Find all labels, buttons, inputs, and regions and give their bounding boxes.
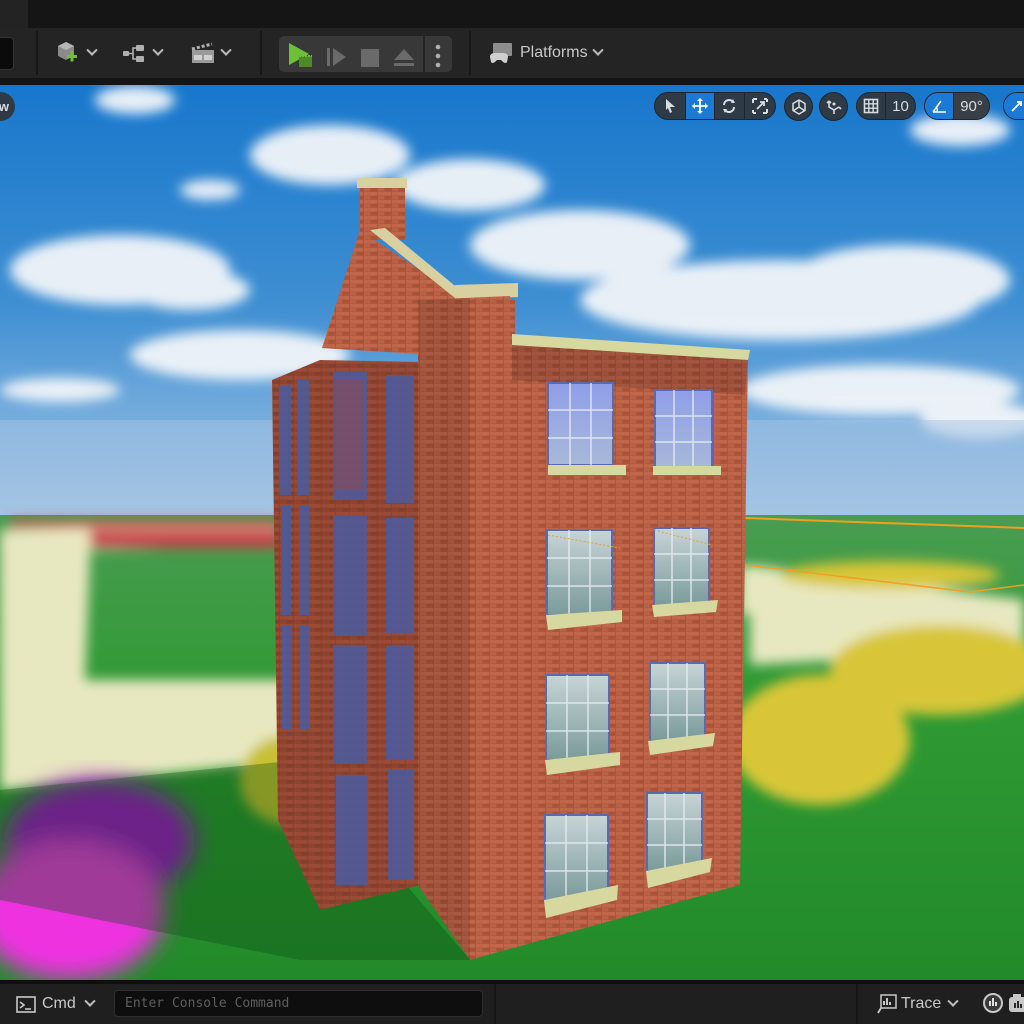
chevron-down-icon [591, 44, 604, 56]
cmd-label: Cmd [42, 995, 76, 1012]
trace-icon [877, 994, 897, 1014]
toolbar-separator [469, 31, 471, 75]
rotate-icon [723, 99, 736, 113]
rotation-snap-toggle[interactable] [925, 93, 955, 119]
scene-render [0, 85, 1024, 980]
play-button[interactable] [287, 40, 315, 70]
surface-snap-icon [825, 99, 842, 114]
terminal-icon [16, 995, 36, 1013]
scale-icon [751, 98, 768, 114]
insights-icon [983, 993, 1003, 1013]
grid-snap-value[interactable]: 10 [886, 93, 915, 119]
status-separator [856, 984, 858, 1024]
move-arrows-icon [691, 98, 708, 114]
level-tab[interactable] [0, 0, 28, 28]
platforms-icon [490, 43, 512, 63]
platforms-label: Platforms [520, 44, 588, 61]
world-space-icon [791, 98, 806, 115]
select-mode-button[interactable] [655, 93, 686, 119]
save-button[interactable] [0, 37, 14, 70]
stop-button[interactable] [360, 43, 380, 73]
grid-snap-toggle[interactable] [857, 93, 887, 119]
angle-icon [932, 100, 947, 113]
chevron-down-icon [86, 44, 98, 56]
console-command-input[interactable] [114, 990, 483, 1017]
blueprint-icon [123, 45, 144, 62]
platforms-button[interactable]: Platforms [488, 38, 604, 68]
chevron-down-icon [947, 995, 959, 1007]
scale-snap-icon [1011, 101, 1022, 112]
cmd-dropdown-button[interactable]: Cmd [16, 992, 96, 1016]
chevron-down-icon [84, 995, 96, 1007]
add-actor-icon [58, 42, 77, 62]
unreal-editor-window: Platforms w 10 90° Cmd Enter Console Com… [0, 0, 1024, 1024]
cursor-arrow-icon [665, 99, 675, 113]
translate-mode-button[interactable] [685, 93, 716, 119]
toolbar-divider [0, 78, 1024, 85]
clapperboard-icon [191, 42, 214, 63]
scale-snap-toggle[interactable] [1004, 93, 1024, 119]
viewport-options-label: w [0, 99, 9, 114]
play-options-button[interactable] [435, 41, 441, 71]
trace-dropdown-button[interactable]: Trace [877, 992, 959, 1016]
level-viewport[interactable] [0, 85, 1024, 980]
chevron-down-icon [220, 44, 232, 56]
rotation-snap-value[interactable]: 90° [954, 93, 989, 119]
add-actor-button[interactable] [54, 38, 98, 68]
eject-button[interactable] [393, 43, 415, 73]
title-bar [0, 0, 1024, 28]
scale-mode-button[interactable] [745, 93, 775, 119]
toolbar-separator [260, 31, 262, 75]
grid-icon [863, 98, 879, 114]
surface-snapping-button[interactable] [819, 92, 848, 121]
advance-frame-button[interactable] [326, 42, 348, 72]
toolbar-separator [36, 31, 38, 75]
status-separator [494, 984, 496, 1024]
screenshot-button[interactable] [1008, 992, 1024, 1014]
grid-snap-group: 10 [856, 92, 916, 120]
trace-label: Trace [901, 995, 942, 1012]
insights-button[interactable] [982, 992, 1004, 1014]
rotate-mode-button[interactable] [715, 93, 745, 119]
cinematics-button[interactable] [190, 38, 232, 68]
scale-snap-group [1003, 92, 1024, 120]
transform-tools-group [654, 92, 776, 120]
camera-icon [1009, 994, 1024, 1012]
play-group-divider [423, 36, 425, 72]
rotation-snap-group: 90° [924, 92, 990, 120]
blueprints-button[interactable] [122, 38, 164, 68]
chevron-down-icon [152, 44, 164, 56]
coordinate-space-button[interactable] [784, 92, 813, 121]
